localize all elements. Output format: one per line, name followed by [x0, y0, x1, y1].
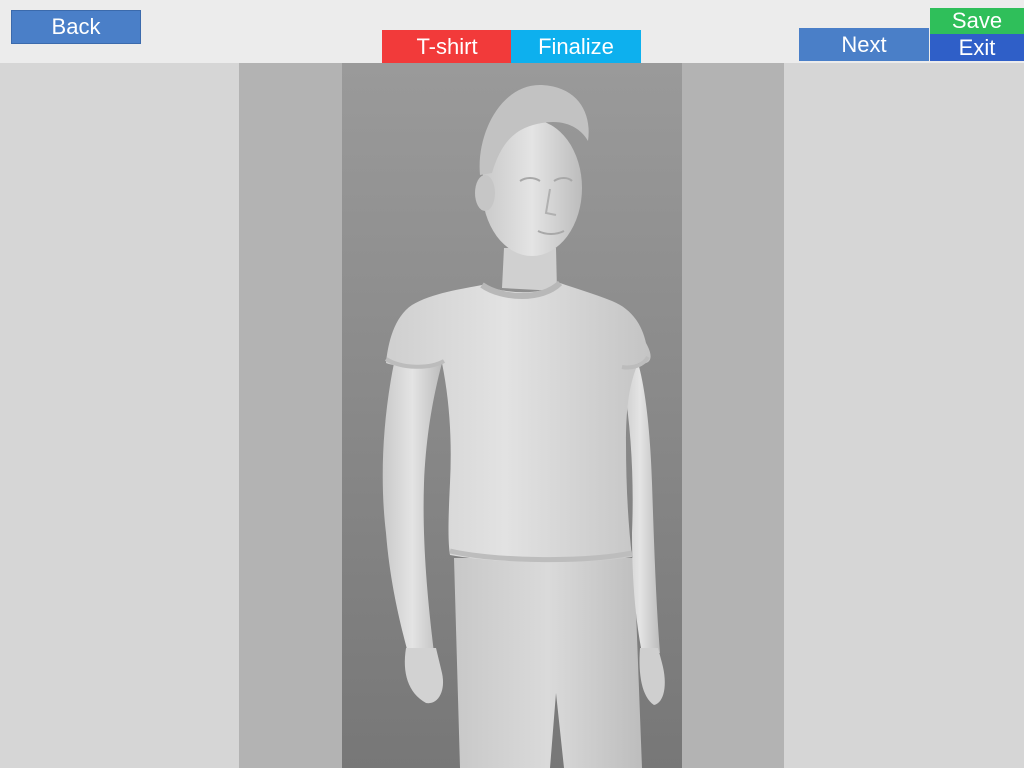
left-panel: [0, 63, 239, 768]
next-button[interactable]: Next: [799, 28, 929, 61]
right-panel: [784, 63, 1024, 768]
viewport-left-margin: [239, 63, 342, 768]
avatar-model: [382, 84, 665, 768]
exit-button[interactable]: Exit: [930, 34, 1024, 61]
back-button[interactable]: Back: [11, 10, 141, 44]
right-hand-shape: [639, 648, 665, 705]
ear-shape: [475, 175, 495, 211]
viewport-right-margin: [682, 63, 784, 768]
save-button[interactable]: Save: [930, 8, 1024, 34]
pants-shape: [454, 558, 642, 768]
tab-finalize[interactable]: Finalize: [511, 30, 641, 63]
avatar-viewport[interactable]: [342, 63, 682, 768]
left-arm-shape: [382, 363, 442, 653]
tab-tshirt[interactable]: T-shirt: [382, 30, 512, 63]
left-hand-shape: [404, 648, 444, 704]
